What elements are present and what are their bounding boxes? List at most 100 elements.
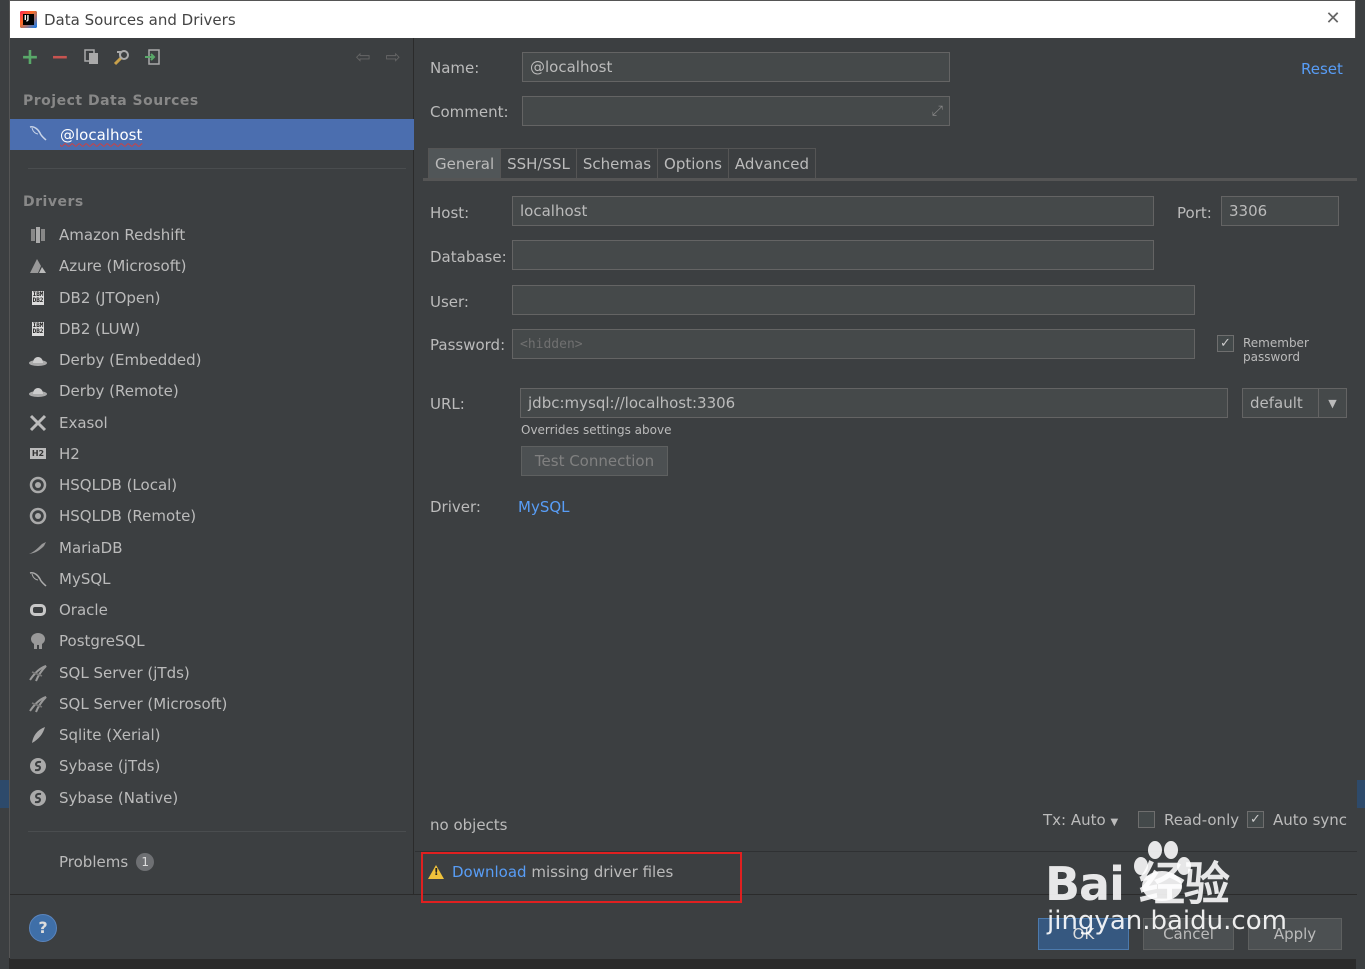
driver-item[interactable]: Azure (Microsoft) (28, 252, 408, 280)
reset-link[interactable]: Reset (1301, 60, 1343, 78)
problems-item[interactable]: Problems 1 (59, 853, 155, 871)
sqlserver-icon (28, 663, 48, 683)
sqlite-feather-icon (28, 725, 48, 745)
driver-label: SQL Server (jTds) (59, 663, 190, 682)
sybase-icon (28, 788, 48, 808)
url-mode-value: default (1250, 394, 1303, 412)
sybase-icon (28, 756, 48, 776)
remove-icon[interactable]: − (50, 47, 70, 69)
user-input[interactable] (512, 285, 1195, 315)
database-label: Database: (430, 248, 507, 266)
driver-item[interactable]: IBM DB2 DB2 (JTOpen) (28, 284, 408, 312)
back-arrow-icon[interactable]: ⇦ (353, 48, 373, 68)
postgresql-elephant-icon (28, 631, 48, 651)
read-only-checkbox[interactable] (1138, 811, 1155, 828)
driver-label: HSQLDB (Local) (59, 476, 178, 494)
driver-label: Oracle (59, 601, 108, 619)
driver-label: MariaDB (59, 538, 123, 557)
driver-label: Amazon Redshift (59, 226, 186, 244)
problems-divider (28, 831, 406, 832)
driver-item[interactable]: IBM DB2 DB2 (LUW) (28, 315, 408, 343)
password-label: Password: (430, 336, 506, 354)
remember-password-checkbox[interactable]: ✓ (1217, 335, 1234, 352)
driver-link[interactable]: MySQL (518, 498, 570, 516)
driver-label: Azure (Microsoft) (59, 257, 187, 276)
apply-button[interactable]: Apply (1248, 918, 1342, 950)
missing-driver-warning: ! Download missing driver files (428, 863, 673, 881)
driver-item[interactable]: H2 H2 (28, 440, 408, 468)
tab-schemas[interactable]: Schemas (575, 148, 659, 178)
driver-label: Derby (Embedded) (59, 351, 202, 369)
ide-left-edge (0, 0, 9, 969)
database-input[interactable] (512, 240, 1154, 270)
tx-mode-label: Tx: Auto (1043, 811, 1106, 829)
driver-item[interactable]: Sybase (Native) (28, 784, 408, 812)
derby-hat-icon (28, 381, 48, 401)
driver-item[interactable]: Sqlite (Xerial) (28, 721, 408, 749)
name-label: Name: (430, 59, 480, 77)
section-divider (28, 168, 406, 169)
url-input[interactable]: jdbc:mysql://localhost:3306 (520, 388, 1228, 418)
left-panel: + − ⇦ ⇨ Project Data Sources @localhost … (10, 38, 414, 894)
tab-ssh-ssl[interactable]: SSH/SSL (500, 148, 577, 178)
wrench-icon[interactable] (112, 48, 132, 68)
password-input[interactable]: <hidden> (512, 329, 1195, 359)
tab-options[interactable]: Options (657, 148, 729, 178)
project-data-sources-heading: Project Data Sources (23, 93, 199, 109)
help-icon[interactable]: ? (29, 914, 57, 942)
driver-item[interactable]: MySQL (28, 565, 408, 593)
tab-advanced[interactable]: Advanced (727, 148, 817, 178)
tab-general[interactable]: General (428, 148, 502, 178)
ide-right-band (1356, 780, 1365, 808)
duplicate-icon[interactable] (82, 48, 102, 68)
driver-item[interactable]: Exasol (28, 409, 408, 437)
forward-arrow-icon[interactable]: ⇨ (383, 48, 403, 68)
comment-input[interactable]: ⤢ (522, 96, 950, 126)
driver-item[interactable]: SQL Server (Microsoft) (28, 690, 408, 718)
driver-label: PostgreSQL (59, 632, 145, 651)
hsqldb-icon (28, 475, 48, 495)
cancel-button[interactable]: Cancel (1143, 918, 1234, 950)
data-source-localhost[interactable]: @localhost (10, 119, 414, 150)
mariadb-seal-icon (28, 538, 48, 558)
driver-item[interactable]: PostgreSQL (28, 627, 408, 655)
add-icon[interactable]: + (20, 47, 40, 69)
download-link[interactable]: Download (452, 863, 527, 881)
test-connection-button[interactable]: Test Connection (521, 446, 668, 476)
driver-label: Derby (Remote) (59, 382, 179, 401)
ok-button[interactable]: OK (1038, 918, 1129, 950)
driver-label: SQL Server (Microsoft) (59, 694, 228, 713)
driver-label: Sqlite (Xerial) (59, 726, 161, 744)
expand-icon[interactable]: ⤢ (932, 103, 943, 119)
auto-sync-label: Auto sync (1273, 811, 1348, 829)
driver-item[interactable]: HSQLDB (Remote) (28, 502, 408, 530)
window-title: Data Sources and Drivers (44, 10, 236, 29)
driver-item[interactable]: MariaDB (28, 534, 408, 562)
overrides-note: Overrides settings above (521, 423, 672, 437)
close-icon[interactable]: ✕ (1323, 9, 1343, 29)
host-input[interactable]: localhost (512, 196, 1154, 226)
driver-item[interactable]: SQL Server (jTds) (28, 659, 408, 687)
driver-label: DB2 (JTOpen) (59, 288, 161, 307)
url-mode-select[interactable]: default ▼ (1242, 388, 1347, 418)
driver-item[interactable]: Derby (Embedded) (28, 346, 408, 374)
problems-count-badge: 1 (136, 853, 155, 871)
driver-item[interactable]: Sybase (jTds) (28, 752, 408, 780)
import-icon[interactable] (143, 48, 163, 68)
ibm-db2-icon: IBM DB2 (31, 321, 45, 336)
driver-item[interactable]: Derby (Remote) (28, 377, 408, 405)
exasol-x-icon (28, 413, 48, 433)
name-input[interactable]: @localhost (522, 52, 950, 82)
driver-item[interactable]: HSQLDB (Local) (28, 471, 408, 499)
h2-icon: H2 (29, 448, 47, 460)
oracle-icon (28, 600, 48, 620)
port-input[interactable]: 3306 (1221, 196, 1339, 226)
driver-item[interactable]: Amazon Redshift (28, 221, 408, 249)
tx-mode-select[interactable]: Tx: Auto ▼ (1043, 811, 1118, 829)
left-toolbar: + − ⇦ ⇨ (10, 38, 414, 78)
url-label: URL: (430, 395, 465, 413)
mysql-dolphin-icon (28, 569, 48, 589)
auto-sync-checkbox[interactable]: ✓ (1247, 811, 1264, 828)
tab-underline (423, 178, 1357, 181)
driver-item[interactable]: Oracle (28, 596, 408, 624)
